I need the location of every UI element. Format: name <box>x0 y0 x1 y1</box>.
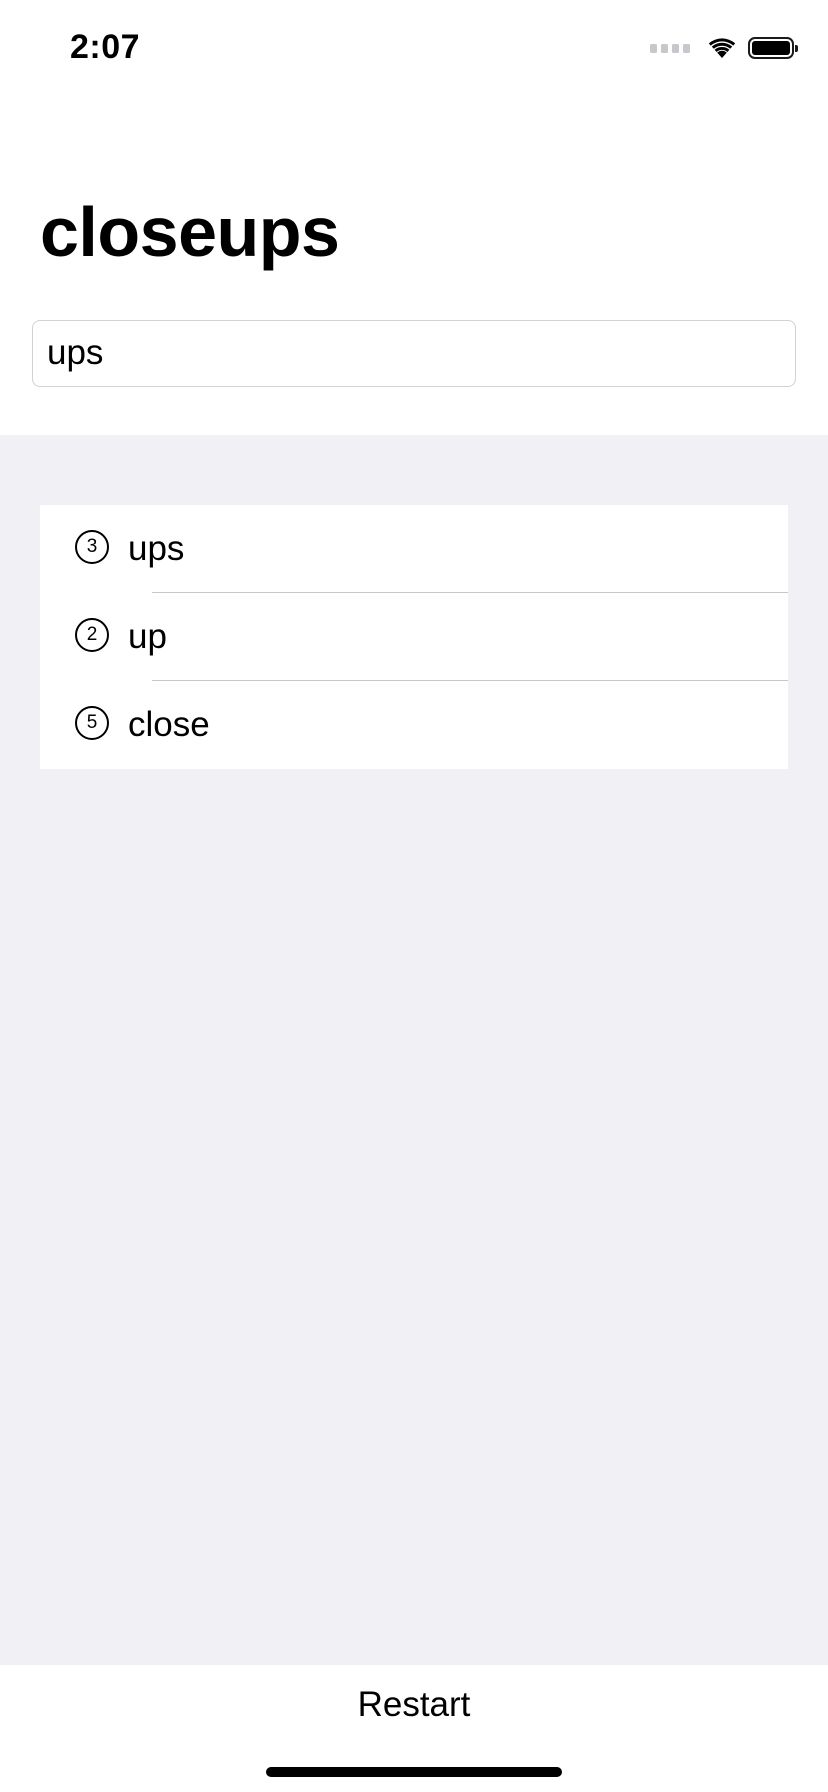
page-title: closeups <box>40 193 340 271</box>
result-row[interactable]: 2 up <box>40 593 788 681</box>
status-time: 2:07 <box>70 28 141 66</box>
result-word: up <box>128 617 167 656</box>
circled-number-icon: 2 <box>75 618 109 652</box>
results-list: 3 ups 2 up 5 close <box>40 505 788 769</box>
word-input[interactable]: ups <box>32 320 796 387</box>
circled-number-icon: 3 <box>75 530 109 564</box>
bottom-bar: Restart <box>0 1665 828 1792</box>
restart-button[interactable]: Restart <box>0 1683 828 1727</box>
result-row[interactable]: 5 close <box>40 681 788 769</box>
status-bar: 2:07 <box>0 0 828 100</box>
home-indicator <box>266 1767 562 1777</box>
battery-icon <box>748 37 798 59</box>
battery-cap <box>795 45 798 52</box>
content-area: 3 ups 2 up 5 close <box>0 435 828 1665</box>
cellular-signal-icon <box>650 43 690 53</box>
result-word: close <box>128 705 210 744</box>
wifi-icon <box>708 38 736 58</box>
status-icons <box>650 36 798 60</box>
circled-number-icon: 5 <box>75 706 109 740</box>
result-row[interactable]: 3 ups <box>40 505 788 593</box>
result-word: ups <box>128 529 185 568</box>
battery-fill <box>752 41 790 55</box>
